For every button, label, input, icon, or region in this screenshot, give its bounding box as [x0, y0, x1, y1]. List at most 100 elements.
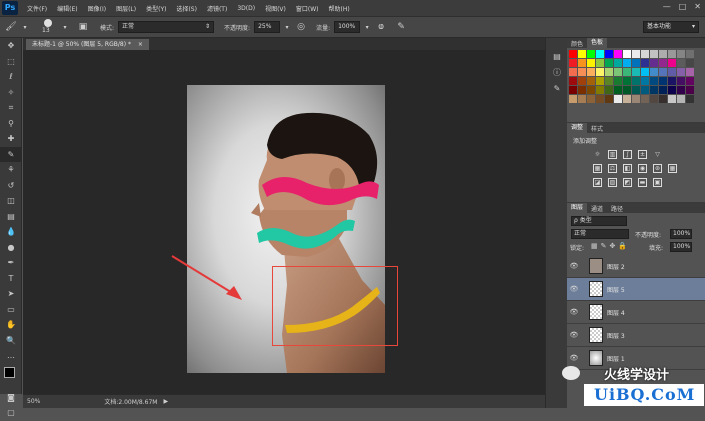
color-swatch[interactable]	[614, 50, 622, 58]
move-tool-icon[interactable]: ✥	[0, 38, 22, 54]
brush-tool-icon[interactable]: 🖌	[4, 20, 18, 34]
color-swatch[interactable]	[623, 59, 631, 67]
color-swatch[interactable]	[587, 95, 595, 103]
color-swatch[interactable]	[632, 50, 640, 58]
pressure-size-icon[interactable]: ✎	[394, 20, 408, 34]
color-swatch[interactable]	[569, 50, 577, 58]
opacity-input[interactable]: 25%	[254, 21, 281, 33]
color-swatch[interactable]	[650, 77, 658, 85]
blend-mode-select[interactable]: 正常	[571, 229, 629, 239]
color-swatch[interactable]	[632, 68, 640, 76]
color-swatch[interactable]	[614, 86, 622, 94]
status-arrow-icon[interactable]: ▶	[163, 398, 168, 405]
curves-icon[interactable]: ∫	[623, 149, 632, 159]
color-swatch[interactable]	[659, 50, 667, 58]
color-swatch[interactable]	[632, 59, 640, 67]
color-swatch[interactable]	[659, 95, 667, 103]
screen-mode-icon[interactable]: ▢	[0, 405, 22, 421]
zoom-level[interactable]: 50%	[27, 398, 40, 405]
close-button[interactable]: ✕	[694, 2, 701, 11]
layer-row[interactable]: 👁 图层 4	[567, 301, 705, 324]
foreground-color[interactable]	[4, 366, 15, 378]
color-swatch[interactable]	[614, 68, 622, 76]
flow-input[interactable]: 100%	[334, 21, 361, 33]
menu-view[interactable]: 视图(V)	[260, 4, 291, 13]
eye-icon[interactable]: 👁	[567, 308, 581, 316]
mode-select[interactable]: 正常 ⇕	[118, 21, 215, 33]
color-swatch[interactable]	[605, 77, 613, 85]
exposure-icon[interactable]: ±	[638, 149, 647, 159]
layer-opacity-input[interactable]: 100%	[670, 229, 692, 239]
color-swatch[interactable]	[641, 77, 649, 85]
color-swatch[interactable]	[650, 59, 658, 67]
tab-channels[interactable]: 通道	[587, 204, 607, 213]
color-swatch[interactable]	[659, 86, 667, 94]
tool-preset-dropdown-icon[interactable]: ▾	[18, 20, 32, 34]
menu-filter[interactable]: 滤镜(T)	[202, 4, 232, 13]
color-swatch[interactable]	[650, 50, 658, 58]
color-swatch[interactable]	[650, 95, 658, 103]
color-swatches[interactable]	[0, 364, 22, 390]
tab-paths[interactable]: 路径	[607, 204, 627, 213]
pen-tool-icon[interactable]: ✒	[0, 255, 22, 271]
color-swatch[interactable]	[596, 68, 604, 76]
color-swatch[interactable]	[686, 86, 694, 94]
layer-row[interactable]: 👁 图层 3	[567, 324, 705, 347]
color-swatch[interactable]	[668, 95, 676, 103]
photo-filter-icon[interactable]: ◉	[638, 163, 647, 173]
channel-mixer-icon[interactable]: ⊛	[653, 163, 662, 173]
menu-layer[interactable]: 图层(L)	[111, 4, 141, 13]
tab-color[interactable]: 颜色	[567, 39, 587, 48]
menu-3d[interactable]: 3D(D)	[232, 5, 260, 12]
tab-styles[interactable]: 样式	[587, 124, 607, 133]
color-swatch[interactable]	[578, 68, 586, 76]
path-select-tool-icon[interactable]: ➤	[0, 286, 22, 302]
color-swatch[interactable]	[641, 59, 649, 67]
color-swatch[interactable]	[668, 68, 676, 76]
color-swatch[interactable]	[650, 68, 658, 76]
lock-icons[interactable]: ▦✎✥🔒	[591, 242, 630, 250]
color-swatch[interactable]	[668, 59, 676, 67]
color-swatch[interactable]	[668, 50, 676, 58]
color-swatch[interactable]	[623, 86, 631, 94]
color-swatch[interactable]	[677, 86, 685, 94]
shape-tool-icon[interactable]: ▭	[0, 302, 22, 318]
more-tools-icon[interactable]: …	[0, 348, 22, 364]
color-swatch[interactable]	[641, 95, 649, 103]
color-swatch[interactable]	[623, 50, 631, 58]
color-swatch[interactable]	[668, 86, 676, 94]
color-swatch[interactable]	[605, 68, 613, 76]
brush-panel-toggle-icon[interactable]: ▣	[76, 20, 90, 34]
layer-row-selected[interactable]: 👁 图层 5	[567, 278, 705, 301]
menu-file[interactable]: 文件(F)	[22, 4, 52, 13]
gradient-map-icon[interactable]: ▬	[638, 177, 647, 187]
black-white-icon[interactable]: ◧	[623, 163, 632, 173]
color-swatch[interactable]	[596, 95, 604, 103]
history-brush-tool-icon[interactable]: ↺	[0, 178, 22, 194]
threshold-icon[interactable]: ◩	[623, 177, 632, 187]
gradient-tool-icon[interactable]: ▤	[0, 209, 22, 225]
color-swatch[interactable]	[578, 77, 586, 85]
color-swatch[interactable]	[623, 95, 631, 103]
color-swatch[interactable]	[686, 77, 694, 85]
color-swatch[interactable]	[596, 59, 604, 67]
layer-filter-select[interactable]: ρ 类型	[571, 216, 627, 226]
menu-image[interactable]: 图像(I)	[83, 4, 111, 13]
levels-icon[interactable]: ▥	[608, 149, 617, 159]
color-lookup-icon[interactable]: ▦	[668, 163, 677, 173]
airbrush-icon[interactable]: ⱷ	[374, 20, 388, 34]
close-icon[interactable]: ×	[138, 41, 143, 48]
color-swatch[interactable]	[632, 95, 640, 103]
quick-mask-icon[interactable]: ◙	[0, 390, 22, 406]
color-swatch[interactable]	[587, 77, 595, 85]
color-swatch[interactable]	[641, 68, 649, 76]
color-swatch[interactable]	[605, 86, 613, 94]
eye-icon[interactable]: 👁	[567, 285, 581, 293]
pressure-opacity-icon[interactable]: ◎	[294, 20, 308, 34]
brush-preset-dropdown-icon[interactable]: ▾	[58, 20, 72, 34]
menu-edit[interactable]: 编辑(E)	[52, 4, 82, 13]
menu-help[interactable]: 帮助(H)	[324, 4, 355, 13]
color-swatch[interactable]	[686, 59, 694, 67]
eye-icon[interactable]: 👁	[567, 354, 581, 362]
color-swatch[interactable]	[569, 59, 577, 67]
